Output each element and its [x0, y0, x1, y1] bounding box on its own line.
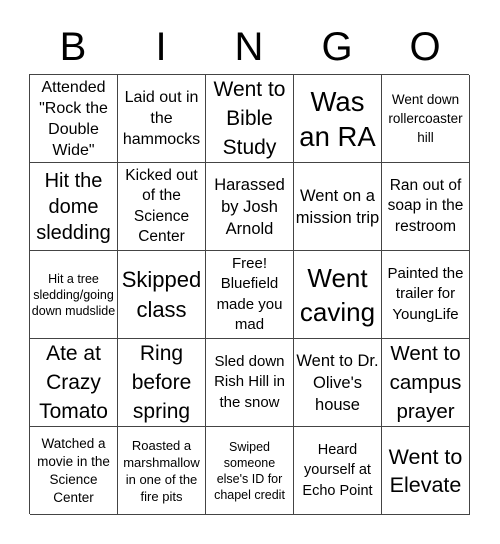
bingo-cell[interactable]: Harassed by Josh Arnold: [206, 163, 294, 251]
bingo-cell[interactable]: Roasted a marshmallow in one of the fire…: [118, 427, 206, 515]
bingo-cell[interactable]: Went to Bible Study: [206, 75, 294, 163]
header-letter-n: N: [234, 25, 264, 69]
bingo-cell[interactable]: Attended "Rock the Double Wide": [30, 75, 118, 163]
bingo-cell[interactable]: Went down rollercoaster hill: [382, 75, 470, 163]
bingo-grid: Attended "Rock the Double Wide" Laid out…: [29, 74, 470, 515]
bingo-cell[interactable]: Sled down Rish Hill in the snow: [206, 339, 294, 427]
bingo-cell[interactable]: Kicked out of the Science Center: [118, 163, 206, 251]
bingo-cell[interactable]: Free! Bluefield made you mad: [206, 251, 294, 339]
bingo-cell[interactable]: Skipped class: [118, 251, 206, 339]
header-letter-o: O: [409, 25, 441, 69]
bingo-cell[interactable]: Went caving: [294, 251, 382, 339]
header-letter-g: G: [321, 25, 353, 69]
bingo-cell[interactable]: Heard yourself at Echo Point: [294, 427, 382, 515]
header-letter-i: I: [155, 25, 167, 69]
bingo-header: B I N G O: [29, 22, 469, 72]
bingo-cell[interactable]: Hit the dome sledding: [30, 163, 118, 251]
bingo-cell[interactable]: Was an RA: [294, 75, 382, 163]
bingo-cell[interactable]: Went to Elevate: [382, 427, 470, 515]
bingo-cell[interactable]: Went on a mission trip: [294, 163, 382, 251]
header-letter-b: B: [59, 25, 87, 69]
bingo-cell[interactable]: Hit a tree sledding/going down mudslide: [30, 251, 118, 339]
bingo-cell[interactable]: Ate at Crazy Tomato: [30, 339, 118, 427]
bingo-cell[interactable]: Watched a movie in the Science Center: [30, 427, 118, 515]
bingo-cell[interactable]: Laid out in the hammocks: [118, 75, 206, 163]
bingo-cell[interactable]: Went to campus prayer: [382, 339, 470, 427]
bingo-cell[interactable]: Painted the trailer for YoungLife: [382, 251, 470, 339]
bingo-cell[interactable]: Went to Dr. Olive's house: [294, 339, 382, 427]
bingo-cell[interactable]: Ran out of soap in the restroom: [382, 163, 470, 251]
bingo-cell[interactable]: Swiped someone else's ID for chapel cred…: [206, 427, 294, 515]
bingo-cell[interactable]: Ring before spring: [118, 339, 206, 427]
